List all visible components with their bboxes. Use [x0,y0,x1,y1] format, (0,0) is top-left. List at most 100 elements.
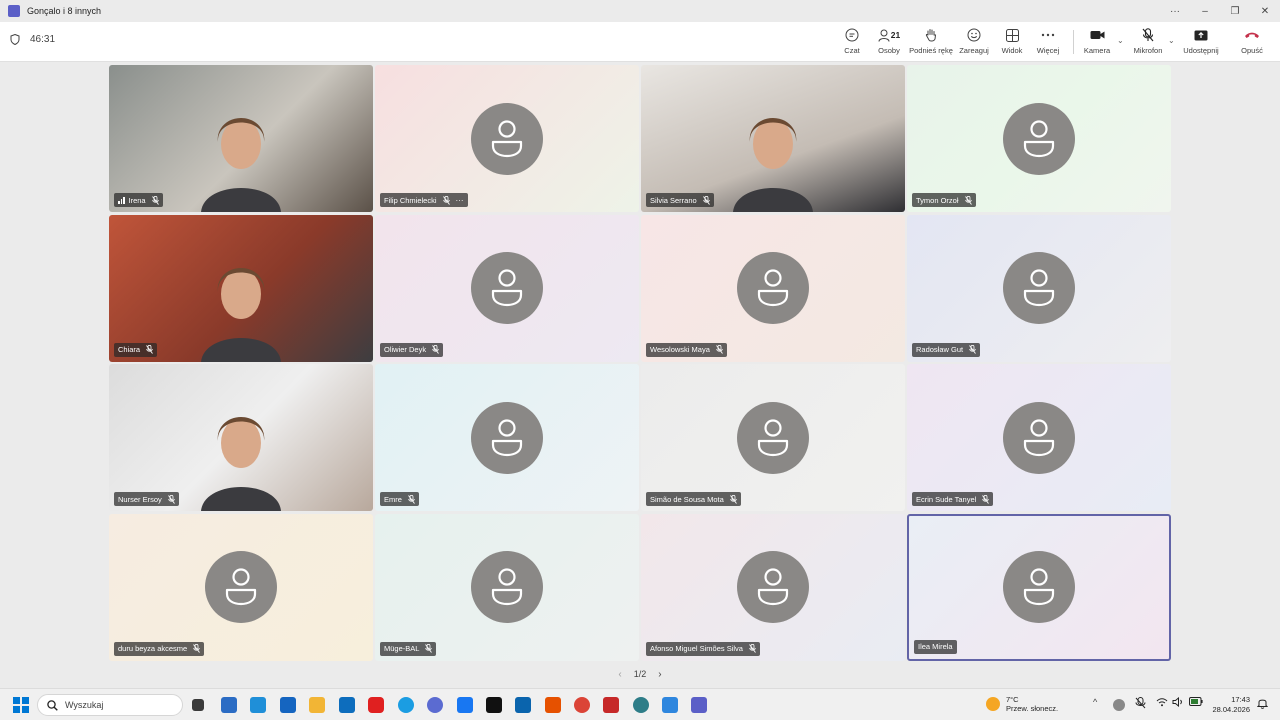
participant-name: Afonso Miguel Simões Silva [650,644,743,653]
participant-tile[interactable]: Tymon Orzoł [907,65,1171,212]
teams-taskbar-icon[interactable] [691,697,707,713]
notepad-icon[interactable] [662,697,678,713]
mic-muted-icon [432,345,439,354]
notifications-bell-icon[interactable] [1256,697,1269,711]
edge-icon[interactable] [398,697,414,713]
wifi-icon[interactable] [1156,697,1168,709]
netflix-icon[interactable] [486,697,502,713]
chat-button[interactable]: Czat [840,26,864,58]
chrome-icon[interactable] [574,697,590,713]
participant-tile[interactable]: Irena [109,65,373,212]
participant-name: Radosław Gut [916,345,964,354]
participant-tile[interactable]: Emre [375,364,639,511]
mail-icon[interactable] [545,697,561,713]
participant-tile[interactable]: Oliwier Deyk [375,214,639,362]
camera-icon [1090,26,1105,44]
participant-name-tag: Radosław Gut [912,342,981,357]
avatar-placeholder-icon [1003,401,1075,474]
participant-tile[interactable]: Filip Chmielecki ··· [375,65,639,212]
outlook-icon[interactable] [339,697,355,713]
participant-tile[interactable]: Silvia Serrano [641,65,905,212]
camera-options-chevron-icon[interactable]: ⌄ [1117,36,1124,45]
snipping-tool-icon[interactable] [221,697,237,713]
participant-tile[interactable]: Simão de Sousa Mota [641,364,905,511]
participant-tile[interactable]: Ecrin Sude Tanyel [907,364,1171,511]
copilot-icon[interactable] [427,697,443,713]
next-page-chevron-icon[interactable]: › [658,669,661,680]
mic-muted-icon [425,644,433,653]
acrobat-icon[interactable] [603,697,619,713]
participant-tile[interactable]: Nurser Ersoy [109,364,373,511]
participant-tile[interactable]: Wesolowski Maya [641,214,905,362]
minimize-button[interactable]: – [1190,0,1220,22]
participant-tile[interactable]: Chiara [109,214,373,362]
close-window-button[interactable]: ✕ [1250,0,1280,22]
participant-name-tag: duru beyza akcesme [114,641,205,656]
system-clock[interactable]: 17:43 28.04.2026 [1212,695,1250,715]
react-button[interactable]: Zareaguj [959,26,989,58]
participant-name-tag: Müge-BAL [380,641,437,656]
participant-name-tag: Oliwier Deyk [380,342,444,357]
avatar-placeholder-icon [1003,102,1075,175]
participant-name-tag: Tymon Orzoł [912,193,976,207]
more-actions-button[interactable]: Więcej [1036,26,1060,58]
avatar-placeholder-icon [1003,551,1075,623]
participant-more-options-icon[interactable]: ··· [456,196,464,205]
participant-name-tag: Simão de Sousa Mota [646,492,741,506]
leave-button[interactable]: Opuść [1238,26,1266,58]
task-view-icon[interactable] [192,699,204,711]
previous-page-chevron-icon[interactable]: ‹ [618,669,621,680]
camera-button[interactable]: Kamera [1083,26,1111,58]
search-placeholder: Wyszukaj [65,700,104,710]
shield-icon [10,34,20,45]
file-explorer-icon[interactable] [309,697,325,713]
weather-widget[interactable]: 7°C Przew. słonecz. [986,695,1058,713]
participant-tile[interactable]: Müge-BAL [375,513,639,661]
outlook-new-icon[interactable] [515,697,531,713]
people-icon: 21 [878,26,900,44]
raise-hand-button[interactable]: Podnieś rękę [909,26,953,58]
participant-name-tag: Silvia Serrano [646,193,714,207]
tray-mic-off-icon[interactable] [1135,697,1146,711]
battery-icon[interactable] [1189,697,1203,708]
participant-tile[interactable]: Ilea Mirela [907,513,1171,661]
volume-icon[interactable] [1172,696,1184,709]
participant-name-tag: Chiara [114,342,158,357]
participant-tile[interactable]: Afonso Miguel Simões Silva [641,513,905,661]
more-label: Więcej [1036,46,1060,55]
people-button[interactable]: 21 Osoby [874,26,904,58]
window-title-bar: Gonçalo i 8 innych ··· – ❐ ✕ [0,0,1280,22]
signal-strength-icon [118,196,125,204]
chat-label: Czat [844,46,860,55]
photos-icon[interactable] [633,697,649,713]
video-feed [196,252,286,362]
participant-tile[interactable]: duru beyza akcesme [109,513,373,661]
facebook-icon[interactable] [457,697,473,713]
weather-sun-icon [986,697,1000,711]
participant-name: Simão de Sousa Mota [650,494,724,504]
video-feed [196,102,286,212]
clock-date: 28.04.2026 [1212,705,1250,714]
participant-name: Müge-BAL [384,644,420,653]
taskbar-search-box[interactable]: Wyszukaj [37,694,183,716]
tray-chevron-icon[interactable]: ^ [1093,697,1097,707]
mic-muted-icon [964,195,972,205]
window-more-button[interactable]: ··· [1160,0,1190,22]
youtube-icon[interactable] [368,697,384,713]
mic-options-chevron-icon[interactable]: ⌄ [1168,36,1175,45]
mic-off-icon [1142,26,1154,44]
avatar-placeholder-icon [471,102,543,175]
view-button[interactable]: Widok [1000,26,1024,58]
mic-muted-icon [716,345,723,354]
share-button[interactable]: Udostępnij [1183,26,1219,58]
start-windows-icon[interactable] [13,697,29,713]
store-icon[interactable] [280,697,296,713]
grid-pager: ‹ 1/2 › [0,667,1280,681]
onedrive-icon[interactable] [1113,699,1125,711]
microphone-button[interactable]: Mikrofon [1131,26,1165,58]
calculator-icon[interactable] [250,697,266,713]
participant-tile[interactable]: Radosław Gut [907,214,1171,362]
video-feed [196,401,286,511]
restore-button[interactable]: ❐ [1220,0,1250,22]
more-dots-icon [1041,26,1055,44]
